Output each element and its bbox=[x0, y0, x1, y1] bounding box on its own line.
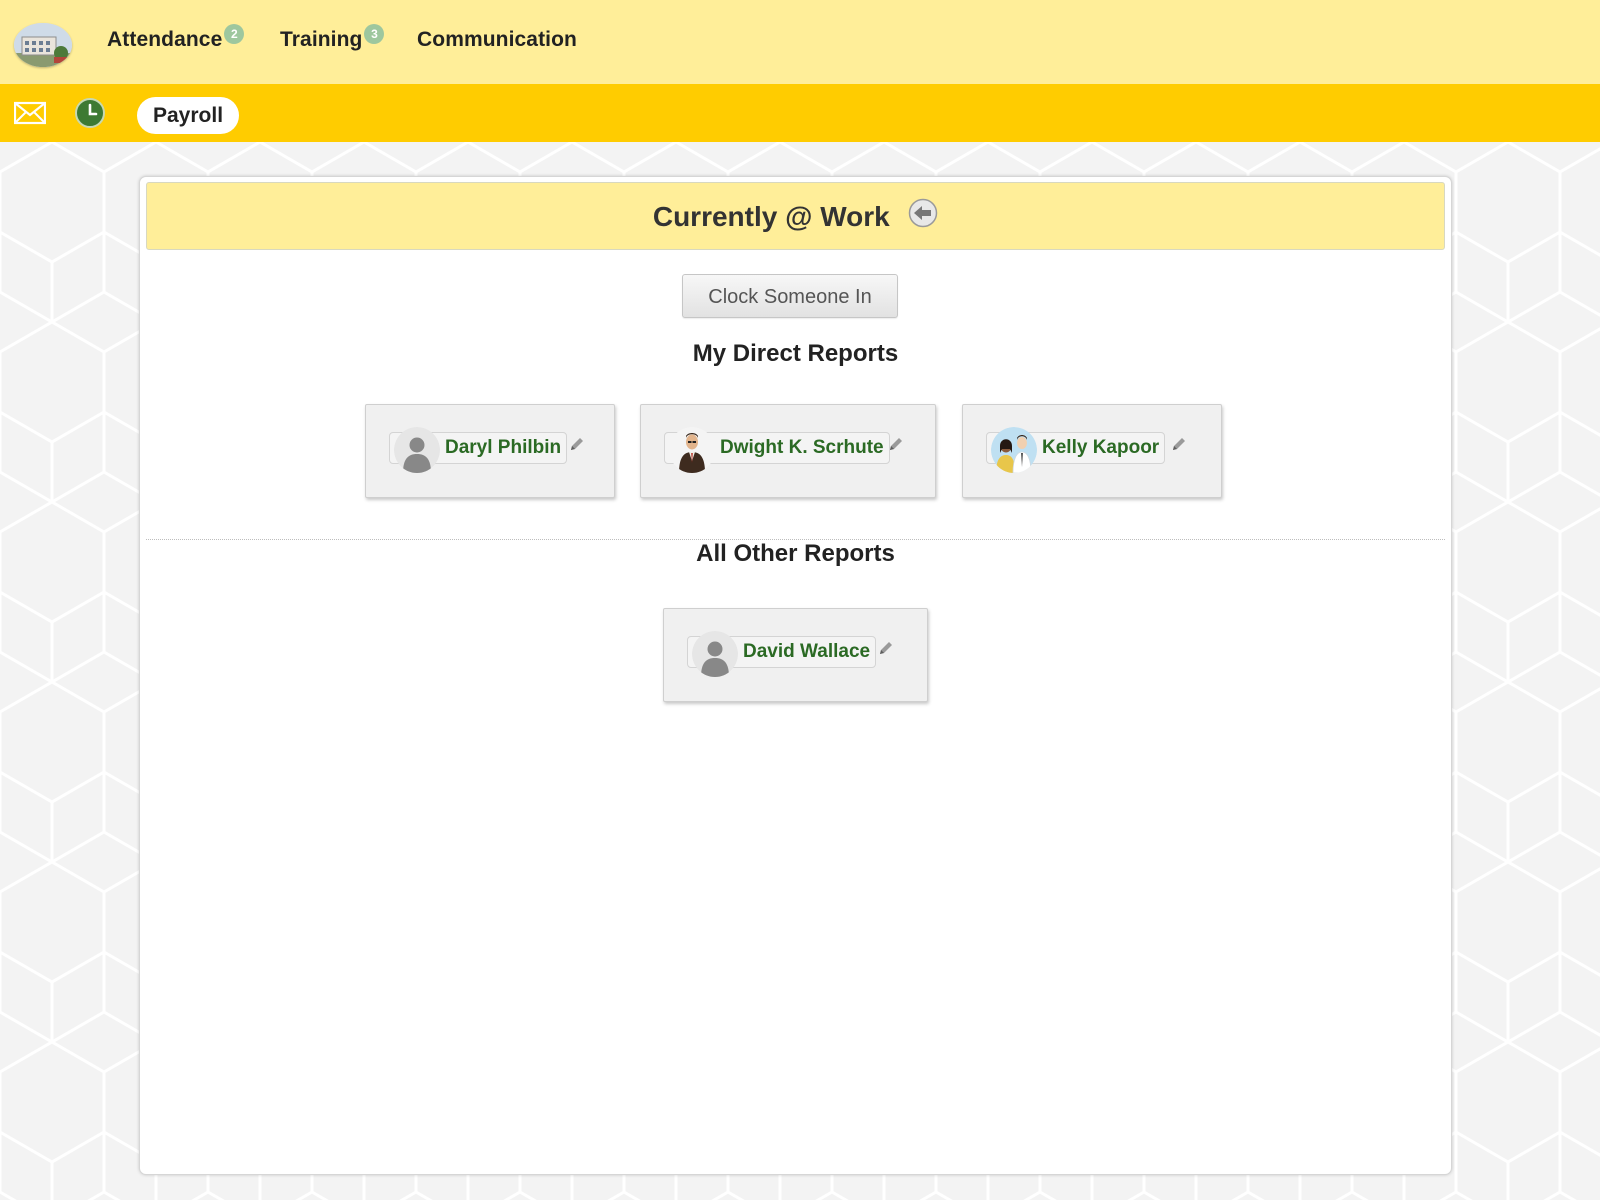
sub-nav: Payroll bbox=[0, 84, 1600, 142]
mail-icon[interactable] bbox=[14, 100, 46, 126]
generic-person-avatar bbox=[692, 631, 738, 677]
payroll-button[interactable]: Payroll bbox=[137, 97, 240, 134]
employee-card-daryl-philbin[interactable]: Daryl Philbin bbox=[365, 404, 615, 498]
currently-at-work-panel: Currently @ Work Clock Someone In My Dir… bbox=[139, 176, 1452, 1175]
employee-chip[interactable]: Kelly Kapoor bbox=[986, 427, 1166, 473]
generic-person-avatar bbox=[394, 427, 440, 473]
clock-icon[interactable] bbox=[74, 97, 106, 129]
employee-card-kelly-kapoor[interactable]: Kelly Kapoor bbox=[962, 404, 1222, 498]
back-arrow-icon[interactable] bbox=[908, 198, 938, 228]
nav-communication[interactable]: Communication bbox=[417, 28, 577, 52]
employee-name: Dwight K. Scrhute bbox=[720, 437, 884, 458]
company-logo[interactable] bbox=[14, 23, 72, 67]
employee-name: David Wallace bbox=[743, 641, 871, 662]
employee-card-dwight-k-scrhute[interactable]: Dwight K. Scrhute bbox=[640, 404, 936, 498]
edit-pencil-icon[interactable] bbox=[1170, 435, 1188, 453]
nav-attendance-label: Attendance bbox=[107, 28, 223, 51]
training-badge: 3 bbox=[364, 24, 385, 44]
employee-chip[interactable]: David Wallace bbox=[687, 631, 877, 677]
edit-pencil-icon[interactable] bbox=[887, 435, 905, 453]
attendance-badge: 2 bbox=[224, 24, 245, 44]
direct-reports-title: My Direct Reports bbox=[692, 340, 899, 367]
employee-name: Kelly Kapoor bbox=[1042, 437, 1160, 458]
portrait-man-avatar bbox=[669, 427, 715, 473]
employee-name: Daryl Philbin bbox=[445, 437, 562, 458]
edit-pencil-icon[interactable] bbox=[568, 435, 586, 453]
panel-title: Currently @ Work bbox=[652, 201, 890, 232]
employee-card-david-wallace[interactable]: David Wallace bbox=[663, 608, 928, 702]
employee-chip[interactable]: Daryl Philbin bbox=[389, 427, 568, 473]
nav-attendance[interactable]: Attendance 2 bbox=[107, 24, 245, 52]
nav-training[interactable]: Training 3 bbox=[280, 24, 385, 52]
couple-avatar bbox=[991, 427, 1037, 473]
panel-header: Currently @ Work bbox=[146, 182, 1445, 250]
clock-someone-in-button[interactable]: Clock Someone In bbox=[682, 274, 898, 318]
nav-training-label: Training bbox=[280, 28, 363, 51]
nav-communication-label: Communication bbox=[417, 28, 577, 51]
edit-pencil-icon[interactable] bbox=[877, 639, 895, 657]
employee-chip[interactable]: Dwight K. Scrhute bbox=[664, 427, 890, 473]
other-reports-title: All Other Reports bbox=[696, 540, 895, 567]
top-nav: Attendance 2 Training 3 Communication bbox=[0, 0, 1600, 84]
